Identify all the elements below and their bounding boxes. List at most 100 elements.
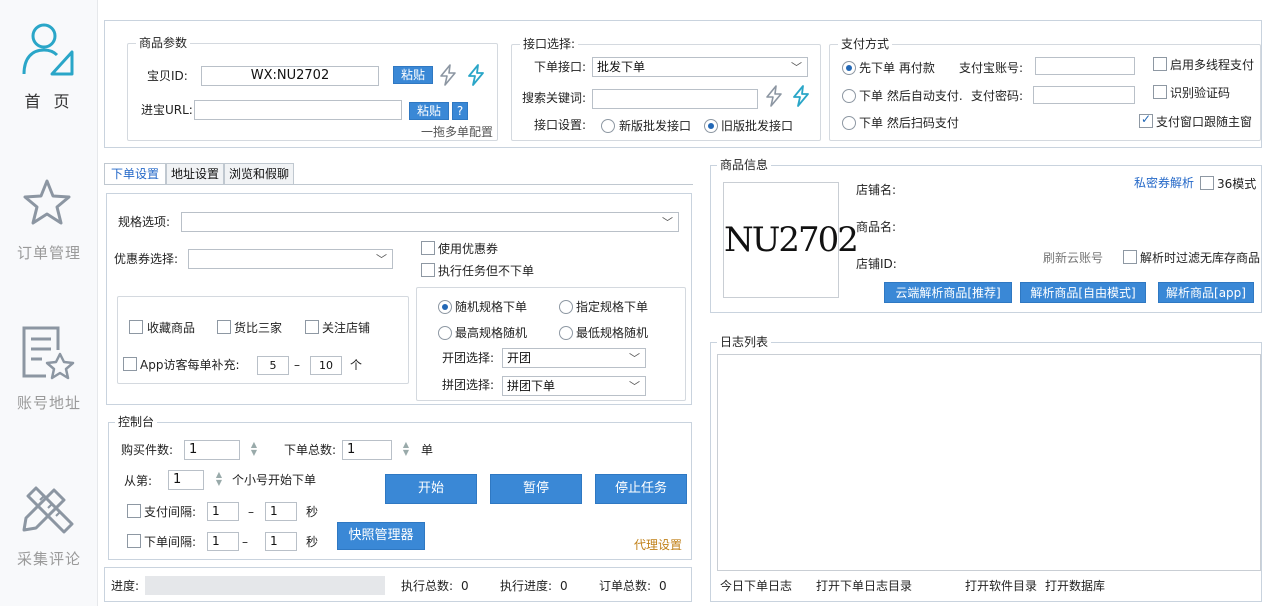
start-button[interactable]: 开始 [385,474,477,504]
no-order-checkbox[interactable] [421,263,435,277]
group-open-label: 开团选择: [442,351,495,365]
follow-window-checkbox[interactable] [1139,112,1153,128]
order-interval-min-input[interactable]: 1 [207,532,239,551]
open-log-dir-link[interactable]: 打开下单日志目录 [816,578,912,594]
filter-stock-checkbox[interactable] [1123,250,1137,264]
total-input[interactable]: 1 [342,440,392,460]
order-api-value: 批发下单 [597,60,646,74]
today-log-link[interactable]: 今日下单日志 [720,578,792,594]
app-parse-button[interactable]: 解析商品[app] [1158,282,1254,303]
cloud-parse-button[interactable]: 云端解析商品[推荐] [884,282,1012,303]
total-stepper[interactable]: ▲ ▼ [401,441,411,457]
lightning-icon[interactable] [764,85,784,107]
compare-label: 货比三家 [234,321,283,335]
radio-scan-pay[interactable] [842,116,856,130]
paste-button[interactable]: 粘贴 [393,66,433,84]
app-visitor-max-input[interactable]: 10 [310,356,342,375]
item-id-label: 宝贝ID: [147,69,188,83]
captcha-checkbox[interactable] [1153,85,1167,99]
order-api-select[interactable]: 批发下单 ﹀ [592,57,808,77]
sidebar-item-orders[interactable]: 订单管理 [0,178,98,288]
tab-browse-chat[interactable]: 浏览和假聊 [224,163,294,184]
log-textarea[interactable] [717,354,1261,571]
radio-lowest-spec-label: 最低规格随机 [576,326,649,340]
proxy-settings-link[interactable]: 代理设置 [634,537,682,553]
radio-fixed-spec[interactable] [559,300,573,314]
follow-shop-checkbox[interactable] [305,320,319,334]
radio-highest-spec[interactable] [438,326,452,340]
radio-random-spec[interactable] [438,300,452,314]
order-api-label: 下单接口: [534,60,587,74]
spec-select[interactable]: ﹀ [181,212,679,232]
compare-checkbox[interactable] [217,320,231,334]
pay-interval-max-input[interactable]: 1 [265,502,297,521]
alipay-account-label: 支付宝账号: [959,61,1024,75]
item-id-input[interactable]: WX:NU2702 [201,66,379,86]
use-coupon-checkbox[interactable] [421,241,435,255]
sidebar-item-home[interactable]: 首 页 [0,22,98,132]
pause-button[interactable]: 暂停 [490,474,582,504]
free-parse-button[interactable]: 解析商品[自由模式] [1020,282,1146,303]
drag-config-link[interactable]: 一拖多单配置 [421,124,493,140]
order-interval-checkbox[interactable] [127,534,141,548]
qty-input[interactable]: 1 [184,440,240,460]
snapshot-manager-button[interactable]: 快照管理器 [337,522,425,550]
group-title: 商品信息 [717,157,772,173]
tab-order-settings[interactable]: 下单设置 [104,163,166,185]
group-open-select[interactable]: 开团 ﹀ [502,348,646,368]
from-stepper[interactable]: ▲ ▼ [214,471,224,487]
lightning-blue-icon[interactable] [791,85,811,107]
range-dash: – [294,358,300,372]
coupon-select[interactable]: ﹀ [188,249,393,269]
sidebar-item-label: 采集评论 [16,550,81,568]
sidebar-item-label: 首 页 [24,92,74,111]
sidebar: 首 页 订单管理 账号地址 采集评论 [0,0,98,606]
qty-stepper[interactable]: ▲ ▼ [249,441,259,457]
lightning-icon[interactable] [438,64,458,86]
open-db-link[interactable]: 打开数据库 [1045,578,1105,594]
paste-url-button[interactable]: 粘贴 [409,102,449,120]
mode36-label: 36模式 [1217,177,1257,191]
mode36-checkbox[interactable] [1200,176,1214,190]
tab-address-settings[interactable]: 地址设置 [166,163,224,184]
alipay-password-input[interactable] [1033,86,1135,104]
group-join-value: 拼团下单 [507,379,556,393]
order-total-value: 0 [659,579,667,593]
radio-pay-later-label: 先下单 再付款 [859,61,935,75]
radio-old-api[interactable] [704,119,718,133]
group-join-select[interactable]: 拼团下单 ﹀ [502,376,646,396]
url-input[interactable] [194,100,402,120]
total-unit: 单 [421,443,434,457]
range-dash: – [248,505,254,519]
radio-auto-pay[interactable] [842,89,856,103]
sidebar-item-reviews[interactable]: 采集评论 [0,478,98,588]
multi-thread-checkbox[interactable] [1153,57,1167,71]
group-title: 支付方式 [838,36,893,52]
radio-lowest-spec[interactable] [559,326,573,340]
radio-auto-pay-label: 下单 然后自动支付. [859,89,963,103]
radio-pay-later[interactable] [842,61,856,75]
secret-coupon-link[interactable]: 私密券解析 [1134,175,1194,191]
chevron-down-icon: ﹀ [376,253,387,266]
url-label: 进宝URL: [141,103,193,117]
pay-interval-checkbox[interactable] [127,504,141,518]
lightning-blue-icon[interactable] [466,64,486,86]
help-button[interactable]: ? [452,102,468,120]
sidebar-item-accounts[interactable]: 账号地址 [0,322,98,432]
app-visitor-min-input[interactable]: 5 [257,356,289,375]
from-suffix: 个小号开始下单 [232,473,317,487]
alipay-account-input[interactable] [1035,57,1135,75]
order-interval-max-input[interactable]: 1 [265,532,297,551]
radio-scan-pay-label: 下单 然后扫码支付 [859,116,959,130]
pay-interval-min-input[interactable]: 1 [207,502,239,521]
radio-new-api[interactable] [601,119,615,133]
keyword-input[interactable] [592,89,758,109]
stop-task-button[interactable]: 停止任务 [595,474,687,504]
open-software-dir-link[interactable]: 打开软件目录 [965,578,1037,594]
progress-bar [145,576,385,595]
from-input[interactable]: 1 [168,470,204,490]
refresh-cloud-link[interactable]: 刷新云账号 [1043,250,1103,266]
app-visitor-checkbox[interactable] [123,357,137,371]
fav-checkbox[interactable] [129,320,143,334]
radio-old-api-label: 旧版批发接口 [721,119,794,133]
